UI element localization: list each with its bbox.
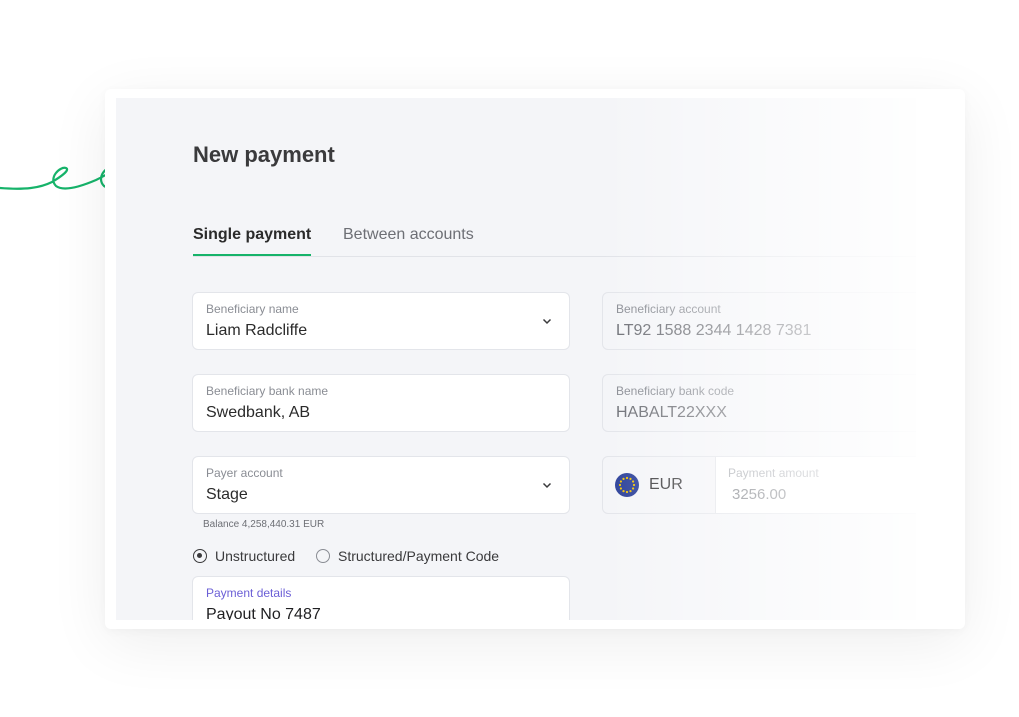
beneficiary-name-label: Beneficiary name <box>206 302 299 316</box>
beneficiary-name-select[interactable]: Beneficiary name Liam Radcliffe <box>192 292 570 350</box>
radio-structured-label: Structured/Payment Code <box>338 548 500 564</box>
beneficiary-bank-code-label: Beneficiary bank code <box>616 384 735 398</box>
payer-account-value: Stage <box>206 486 248 503</box>
payment-details-label: Payment details <box>206 586 292 600</box>
payment-tabs: Single payment Between accounts <box>193 226 916 257</box>
payer-account-balance: Balance 4,258,440.31 EUR <box>203 519 325 530</box>
radio-unstructured[interactable]: Unstructured <box>193 548 295 564</box>
beneficiary-bank-name-field[interactable]: Beneficiary bank name Swedbank, AB <box>192 374 570 432</box>
payment-amount-value: 3256.00 <box>732 486 787 503</box>
radio-structured[interactable]: Structured/Payment Code <box>316 548 499 564</box>
payer-account-select[interactable]: Payer account Stage <box>192 456 570 514</box>
beneficiary-account-value: LT92 1588 2344 1428 7381 <box>616 322 812 339</box>
payment-form-panel: New payment Single payment Between accou… <box>116 98 916 620</box>
payer-account-label: Payer account <box>206 466 283 480</box>
eu-flag-icon <box>615 473 639 497</box>
radio-unselected-icon <box>316 549 330 563</box>
tab-single-payment[interactable]: Single payment <box>193 226 312 256</box>
beneficiary-name-value: Liam Radcliffe <box>206 322 308 339</box>
payment-amount-group: EUR Payment amount 3256.00 <box>602 456 916 514</box>
radio-selected-icon <box>193 549 207 563</box>
chevron-down-icon[interactable] <box>541 315 553 327</box>
currency-select[interactable]: EUR <box>603 457 715 513</box>
payment-details-field[interactable]: Payment details Payout No 7487 <box>192 576 570 620</box>
payment-amount-label: Payment amount <box>728 466 819 480</box>
radio-unstructured-label: Unstructured <box>215 548 296 564</box>
beneficiary-account-label: Beneficiary account <box>616 302 721 316</box>
beneficiary-bank-name-value: Swedbank, AB <box>206 404 311 421</box>
tab-between-accounts[interactable]: Between accounts <box>343 226 474 244</box>
chevron-down-icon[interactable] <box>541 479 553 491</box>
currency-code: EUR <box>649 476 683 493</box>
payment-details-value: Payout No 7487 <box>206 606 321 620</box>
beneficiary-account-field[interactable]: Beneficiary account LT92 1588 2344 1428 … <box>602 292 916 350</box>
page-title: New payment <box>193 142 335 167</box>
beneficiary-bank-code-field[interactable]: Beneficiary bank code HABALT22XXX <box>602 374 916 432</box>
payment-amount-input[interactable]: Payment amount 3256.00 <box>715 457 916 513</box>
beneficiary-bank-code-value: HABALT22XXX <box>616 404 727 421</box>
beneficiary-bank-name-label: Beneficiary bank name <box>206 384 329 398</box>
